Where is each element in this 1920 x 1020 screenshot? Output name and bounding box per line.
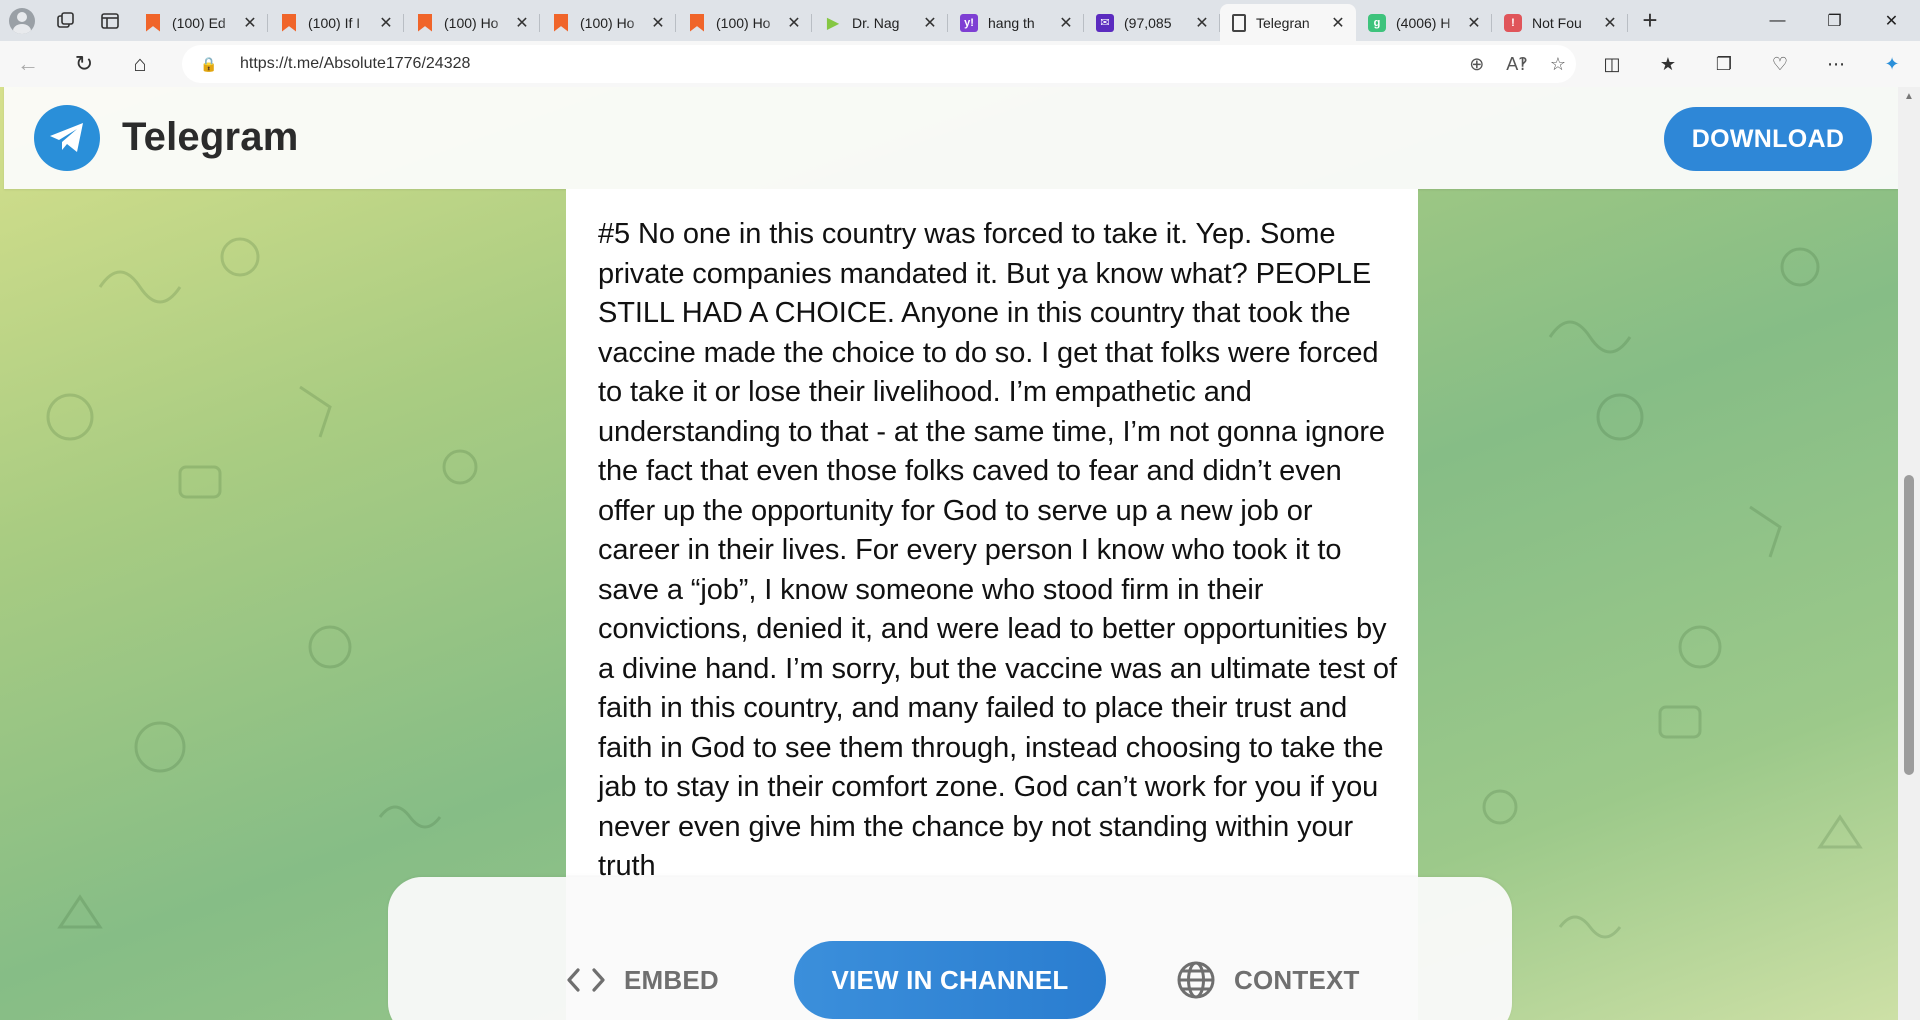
browser-tab[interactable]: (100) Ho ✕ bbox=[540, 4, 676, 41]
tab-close-icon[interactable]: ✕ bbox=[784, 13, 804, 33]
split-screen-icon[interactable]: ◫ bbox=[1584, 41, 1640, 87]
browser-tab[interactable]: g (4006) H ✕ bbox=[1356, 4, 1492, 41]
scroll-up-arrow-icon[interactable]: ▲ bbox=[1904, 91, 1914, 102]
browser-essentials-icon[interactable]: ♡ bbox=[1752, 41, 1808, 87]
browser-tab[interactable]: (100) Ho ✕ bbox=[404, 4, 540, 41]
tab-close-icon[interactable]: ✕ bbox=[1328, 13, 1348, 33]
tab-close-icon[interactable]: ✕ bbox=[1192, 13, 1212, 33]
browser-tab-bar: (100) Ed ✕ (100) If I ✕ (100) Ho ✕ (100) Ho ✕ (1… bbox=[0, 0, 1920, 41]
tab-title[interactable]: (100) Ho bbox=[580, 15, 648, 31]
read-aloud-icon[interactable]: A‽ bbox=[1506, 54, 1528, 75]
tab-title[interactable]: hang th bbox=[988, 15, 1056, 31]
tab-close-icon[interactable]: ✕ bbox=[1600, 13, 1620, 33]
zoom-icon[interactable]: ⊕ bbox=[1469, 54, 1484, 75]
telegram-logo-icon[interactable] bbox=[34, 105, 100, 171]
browser-tab[interactable]: (100) If I ✕ bbox=[268, 4, 404, 41]
tab-close-icon[interactable]: ✕ bbox=[648, 13, 668, 33]
favorite-star-icon[interactable]: ☆ bbox=[1550, 54, 1566, 75]
context-label: CONTEXT bbox=[1234, 964, 1360, 995]
code-brackets-icon bbox=[566, 967, 606, 993]
rumble-icon: ▶ bbox=[826, 14, 840, 32]
tab-close-icon[interactable]: ✕ bbox=[512, 13, 532, 33]
bookmark-icon bbox=[416, 13, 434, 32]
yahoo-icon: y! bbox=[960, 13, 978, 32]
tab-close-icon[interactable]: ✕ bbox=[1056, 13, 1076, 33]
page-scrollbar[interactable]: ▲ bbox=[1898, 87, 1920, 1020]
lock-icon[interactable]: 🔒 bbox=[200, 56, 222, 73]
browser-tab[interactable]: (100) Ed ✕ bbox=[132, 4, 268, 41]
restore-icon[interactable]: ❐ bbox=[1806, 0, 1863, 41]
browser-tab[interactable]: ! Not Fou ✕ bbox=[1492, 4, 1628, 41]
tab-title[interactable]: Not Fou bbox=[1532, 15, 1600, 31]
browser-tab[interactable]: y! hang th ✕ bbox=[948, 4, 1084, 41]
tab-close-icon[interactable]: ✕ bbox=[920, 13, 940, 33]
back-arrow-icon[interactable]: ← bbox=[0, 41, 56, 87]
mail-icon: ✉ bbox=[1096, 13, 1114, 32]
browser-tab[interactable]: (100) Ho ✕ bbox=[676, 4, 812, 41]
workspaces-icon[interactable] bbox=[44, 0, 88, 41]
url-text[interactable]: https://t.me/Absolute1776/24328 bbox=[240, 55, 470, 73]
browser-tab[interactable]: ✉ (97,085 ✕ bbox=[1084, 4, 1220, 41]
home-icon[interactable]: ⌂ bbox=[112, 41, 168, 87]
view-in-channel-button[interactable]: VIEW IN CHANNEL bbox=[794, 941, 1106, 1019]
collections-icon[interactable]: ❐ bbox=[1696, 41, 1752, 87]
url-field[interactable]: 🔒 https://t.me/Absolute1776/24328 ⊕ A‽ ☆ bbox=[182, 45, 1576, 83]
embed-button[interactable]: EMBED bbox=[566, 941, 719, 1019]
error-icon: ! bbox=[1504, 13, 1522, 32]
tab-title[interactable]: (100) Ho bbox=[444, 15, 512, 31]
tab-actions-icon[interactable] bbox=[88, 0, 132, 41]
post-actions-bar: EMBED VIEW IN CHANNEL CONTEXT bbox=[388, 877, 1512, 1020]
tab-title[interactable]: (100) Ho bbox=[716, 15, 784, 31]
copilot-icon[interactable]: ✦ bbox=[1864, 41, 1920, 87]
close-window-icon[interactable]: ✕ bbox=[1863, 0, 1920, 41]
bookmark-icon bbox=[688, 13, 706, 32]
gab-icon: g bbox=[1368, 13, 1386, 32]
minimize-icon[interactable]: — bbox=[1749, 0, 1806, 41]
tab-close-icon[interactable]: ✕ bbox=[240, 13, 260, 33]
tab-title[interactable]: Dr. Nag bbox=[852, 15, 920, 31]
scrollbar-thumb[interactable] bbox=[1904, 475, 1914, 775]
bookmark-icon bbox=[552, 13, 570, 32]
telegram-header: Telegram DOWNLOAD bbox=[4, 87, 1898, 189]
tab-title[interactable]: (4006) H bbox=[1396, 15, 1464, 31]
document-icon bbox=[1232, 13, 1246, 32]
context-button[interactable]: CONTEXT bbox=[1176, 941, 1360, 1019]
tab-close-icon[interactable]: ✕ bbox=[376, 13, 396, 33]
more-menu-icon[interactable]: ⋯ bbox=[1808, 41, 1864, 87]
post-text: #5 No one in this country was forced to … bbox=[598, 218, 1397, 882]
window-controls: — ❐ ✕ bbox=[1749, 0, 1920, 41]
embed-label: EMBED bbox=[624, 964, 719, 995]
globe-icon bbox=[1176, 960, 1216, 1000]
tab-title[interactable]: (100) If I bbox=[308, 15, 376, 31]
new-tab-button[interactable]: + bbox=[1628, 0, 1672, 41]
tab-title[interactable]: (100) Ed bbox=[172, 15, 240, 31]
refresh-icon[interactable]: ↻ bbox=[56, 41, 112, 87]
browser-tab[interactable]: Telegran ✕ bbox=[1220, 4, 1356, 41]
download-button[interactable]: DOWNLOAD bbox=[1664, 107, 1872, 171]
page-viewport: Telegram DOWNLOAD #5 No one in this coun… bbox=[0, 87, 1898, 1020]
bookmark-icon bbox=[280, 13, 298, 32]
tab-title[interactable]: (97,085 bbox=[1124, 15, 1192, 31]
address-toolbar: ← ↻ ⌂ 🔒 https://t.me/Absolute1776/24328 … bbox=[0, 41, 1920, 87]
brand-title[interactable]: Telegram bbox=[122, 115, 298, 160]
profile-avatar-icon[interactable] bbox=[0, 0, 44, 41]
tab-title[interactable]: Telegran bbox=[1256, 15, 1328, 31]
favorites-icon[interactable]: ★ bbox=[1640, 41, 1696, 87]
browser-tab[interactable]: ▶ Dr. Nag ✕ bbox=[812, 4, 948, 41]
bookmark-icon bbox=[144, 13, 162, 32]
tab-strip: (100) Ed ✕ (100) If I ✕ (100) Ho ✕ (100) Ho ✕ (1… bbox=[132, 0, 1628, 41]
tab-close-icon[interactable]: ✕ bbox=[1464, 13, 1484, 33]
